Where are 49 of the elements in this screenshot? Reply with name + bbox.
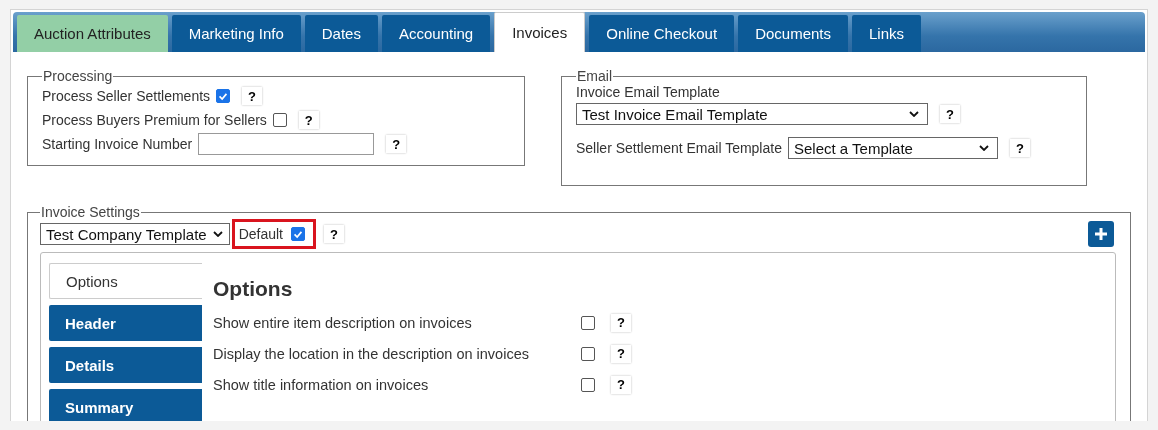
help-button[interactable]: ? xyxy=(611,344,631,363)
group-legend: Invoice Settings xyxy=(40,204,141,220)
tab[interactable]: Marketing Info xyxy=(171,15,301,52)
help-button[interactable]: ? xyxy=(940,105,960,123)
input-field[interactable] xyxy=(198,133,375,155)
tab[interactable]: Documents xyxy=(738,15,848,52)
field-label: Default xyxy=(238,226,283,242)
checkbox[interactable] xyxy=(291,227,305,241)
tab[interactable]: Invoices xyxy=(494,12,586,52)
caret-icon xyxy=(212,231,223,237)
checkbox[interactable] xyxy=(581,346,595,361)
option-label: Show entire item description on invoices xyxy=(213,314,473,331)
field-label: Seller Settlement Email Template xyxy=(576,140,782,156)
side-tab[interactable]: Header xyxy=(49,305,202,341)
side-tab[interactable]: Options xyxy=(49,263,202,299)
tab[interactable]: Dates xyxy=(304,15,378,52)
template-select[interactable]: Test Company Template xyxy=(40,223,230,245)
field-label: Process Seller Settlements xyxy=(42,88,211,104)
group-legend: Processing xyxy=(42,68,114,84)
caret-icon xyxy=(909,111,919,117)
help-button[interactable]: ? xyxy=(386,135,407,153)
plus-icon xyxy=(1094,227,1108,241)
tab[interactable]: Accounting xyxy=(381,15,491,52)
checkbox[interactable] xyxy=(581,315,595,330)
template-select[interactable]: Test Invoice Email Template xyxy=(576,103,928,125)
help-button[interactable]: ? xyxy=(324,225,344,243)
option-label: Show title information on invoices xyxy=(213,376,430,393)
field-label: Invoice Email Template xyxy=(576,84,721,102)
help-button[interactable]: ? xyxy=(298,111,319,129)
side-tab[interactable]: Details xyxy=(49,347,202,383)
template-select[interactable]: Select a Template xyxy=(787,137,998,159)
field-label: Starting Invoice Number xyxy=(42,136,193,152)
help-button[interactable]: ? xyxy=(611,375,631,394)
tab[interactable]: Online Checkout xyxy=(589,15,735,52)
side-tab[interactable]: Summary xyxy=(49,389,202,421)
option-label: Display the location in the description on invoices xyxy=(213,345,530,362)
checkbox[interactable] xyxy=(272,113,287,127)
checkbox[interactable] xyxy=(581,377,595,392)
section-heading: Options xyxy=(213,277,294,301)
help-button[interactable]: ? xyxy=(611,313,631,332)
checkbox[interactable] xyxy=(216,89,231,103)
help-button[interactable]: ? xyxy=(242,87,263,105)
add-button[interactable] xyxy=(1088,221,1114,247)
tab[interactable]: Links xyxy=(852,15,922,52)
help-button[interactable]: ? xyxy=(1009,139,1030,157)
caret-icon xyxy=(978,145,989,151)
tab[interactable]: Auction Attributes xyxy=(17,15,168,52)
field-label: Process Buyers Premium for Sellers xyxy=(42,112,267,128)
group-legend: Email xyxy=(576,68,613,84)
